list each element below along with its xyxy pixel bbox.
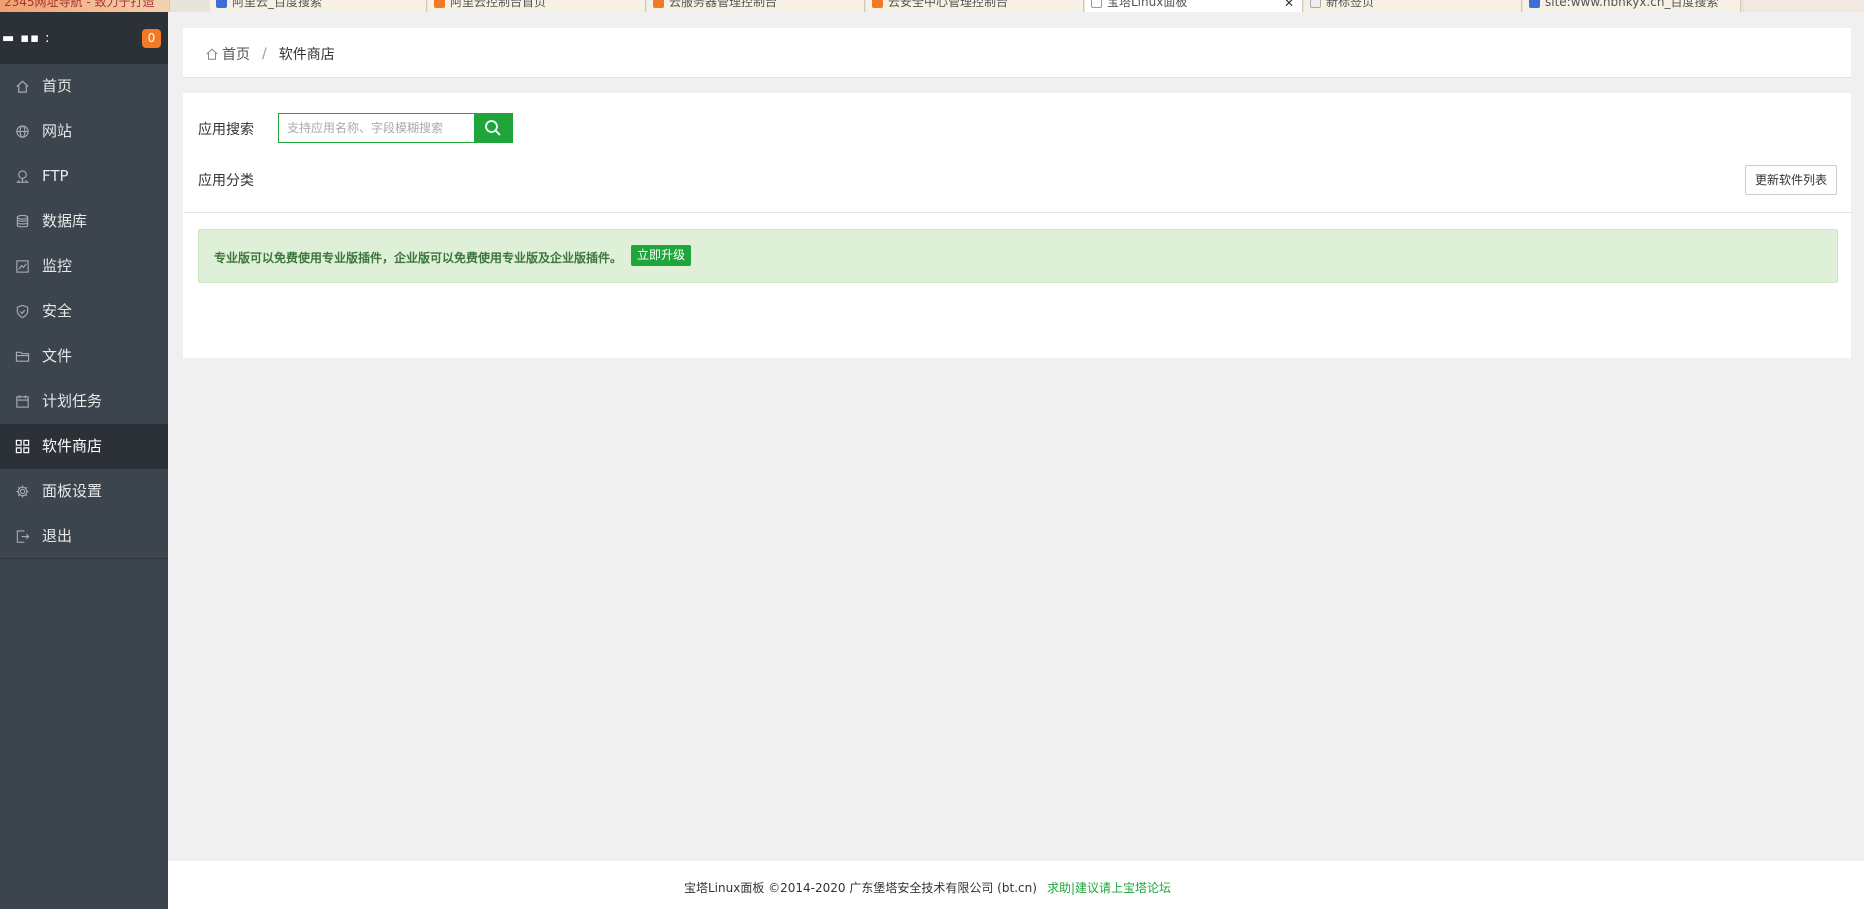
sidebar-item-label: 文件 [42, 347, 73, 365]
sidebar-item-monitor[interactable]: 监控 [0, 244, 168, 289]
sidebar-item-cron[interactable]: 计划任务 [0, 379, 168, 424]
grid-icon [15, 439, 30, 454]
sidebar-item-label: 退出 [42, 527, 73, 545]
sidebar-item-label: 监控 [42, 257, 73, 275]
gear-icon [15, 484, 30, 499]
sidebar: ▬ ▪▪ : 0 首页 网站 FTP 数据库 监控 安全 文件 计划任务 软件商… [0, 0, 168, 909]
browser-tab[interactable]: 新标签页 [1304, 0, 1522, 12]
home-icon [15, 79, 30, 94]
software-store-panel: 应用搜索 应用分类 更新软件列表 专业版可以免费使用专业版插件，企业版可以免费使… [183, 93, 1851, 358]
sidebar-item-label: 计划任务 [42, 392, 103, 410]
home-icon [206, 48, 218, 60]
sidebar-item-website[interactable]: 网站 [0, 109, 168, 154]
panel-logo: ▬ ▪▪ : [2, 31, 51, 46]
sidebar-item-label: 首页 [42, 77, 73, 95]
browser-tab-active[interactable]: 宝塔Linux面板 ✕ [1085, 0, 1303, 12]
notice-text: 专业版可以免费使用专业版插件，企业版可以免费使用专业版及企业版插件。 [214, 251, 623, 265]
browser-tab-strip: 2345网址导航 - 致力于打造 阿里云_百度搜索 阿里云控制台首页 云服务器管… [0, 0, 1864, 12]
footer: 宝塔Linux面板 ©2014-2020 广东堡塔安全技术有限公司 (bt.cn… [168, 861, 1864, 909]
aliyun-favicon-icon [653, 0, 664, 8]
sidebar-item-label: 软件商店 [42, 437, 103, 455]
breadcrumb-current: 软件商店 [278, 47, 335, 63]
search-label: 应用搜索 [198, 122, 254, 138]
sidebar-menu-divider [0, 558, 168, 559]
database-icon [15, 214, 30, 229]
browser-tab[interactable]: 云服务器管理控制台 [647, 0, 865, 12]
search-icon [485, 120, 501, 136]
sidebar-item-panel-settings[interactable]: 面板设置 [0, 469, 168, 514]
sidebar-item-label: 网站 [42, 122, 73, 140]
app-search-input[interactable] [278, 113, 474, 143]
sidebar-item-label: 安全 [42, 302, 73, 320]
sidebar-item-software-store[interactable]: 软件商店 [0, 424, 168, 469]
update-software-list-button[interactable]: 更新软件列表 [1744, 165, 1837, 195]
sidebar-item-security[interactable]: 安全 [0, 289, 168, 334]
browser-tab-tools [1744, 0, 1864, 12]
browser-tab[interactable]: site:www.hbnkyx.cn_百度搜索 [1523, 0, 1741, 12]
sidebar-item-home[interactable]: 首页 [0, 64, 168, 109]
browser-tab[interactable]: 阿里云控制台首页 [428, 0, 646, 12]
forum-link[interactable]: 求助|建议请上宝塔论坛 [1047, 879, 1171, 896]
aliyun-favicon-icon [872, 0, 883, 8]
sidebar-item-logout[interactable]: 退出 [0, 514, 168, 559]
sidebar-item-label: FTP [42, 167, 69, 185]
upgrade-notice: 专业版可以免费使用专业版插件，企业版可以免费使用专业版及企业版插件。 立即升级 [198, 229, 1838, 283]
browser-tab[interactable]: 阿里云_百度搜索 [210, 0, 427, 12]
folder-icon [15, 349, 30, 364]
category-label: 应用分类 [198, 173, 254, 189]
sidebar-item-ftp[interactable]: FTP [0, 154, 168, 199]
sidebar-item-database[interactable]: 数据库 [0, 199, 168, 244]
shield-icon [15, 304, 30, 319]
page-favicon-icon [1091, 0, 1102, 8]
calendar-icon [15, 394, 30, 409]
close-tab-icon[interactable]: ✕ [1284, 0, 1294, 11]
logout-icon [15, 529, 30, 544]
upgrade-now-button[interactable]: 立即升级 [631, 245, 692, 266]
sidebar-header: ▬ ▪▪ : 0 [0, 12, 168, 64]
breadcrumb: 首页 / 软件商店 [205, 44, 335, 64]
newtab-favicon-icon [1310, 0, 1321, 8]
breadcrumb-separator: / [262, 46, 267, 62]
baidu-favicon-icon [1529, 0, 1540, 8]
browser-tab[interactable]: 2345网址导航 - 致力于打造 [0, 0, 170, 12]
sidebar-menu: 首页 网站 FTP 数据库 监控 安全 文件 计划任务 软件商店 面板设置 退出 [0, 64, 168, 559]
breadcrumb-card: 首页 / 软件商店 [183, 28, 1851, 78]
monitor-icon [15, 259, 30, 274]
ftp-icon [15, 169, 30, 184]
sidebar-item-label: 数据库 [42, 212, 88, 230]
section-divider [183, 212, 1851, 213]
globe-icon [15, 124, 30, 139]
copyright-text: 宝塔Linux面板 ©2014-2020 广东堡塔安全技术有限公司 (bt.cn… [684, 881, 1037, 895]
browser-tab[interactable]: 云安全中心管理控制台 [866, 0, 1084, 12]
notification-badge[interactable]: 0 [142, 29, 161, 48]
sidebar-item-label: 面板设置 [42, 482, 103, 500]
aliyun-favicon-icon [434, 0, 445, 8]
breadcrumb-home-link[interactable]: 首页 [222, 44, 250, 64]
search-button[interactable] [474, 113, 513, 143]
sidebar-item-files[interactable]: 文件 [0, 334, 168, 379]
baidu-favicon-icon [216, 0, 227, 8]
